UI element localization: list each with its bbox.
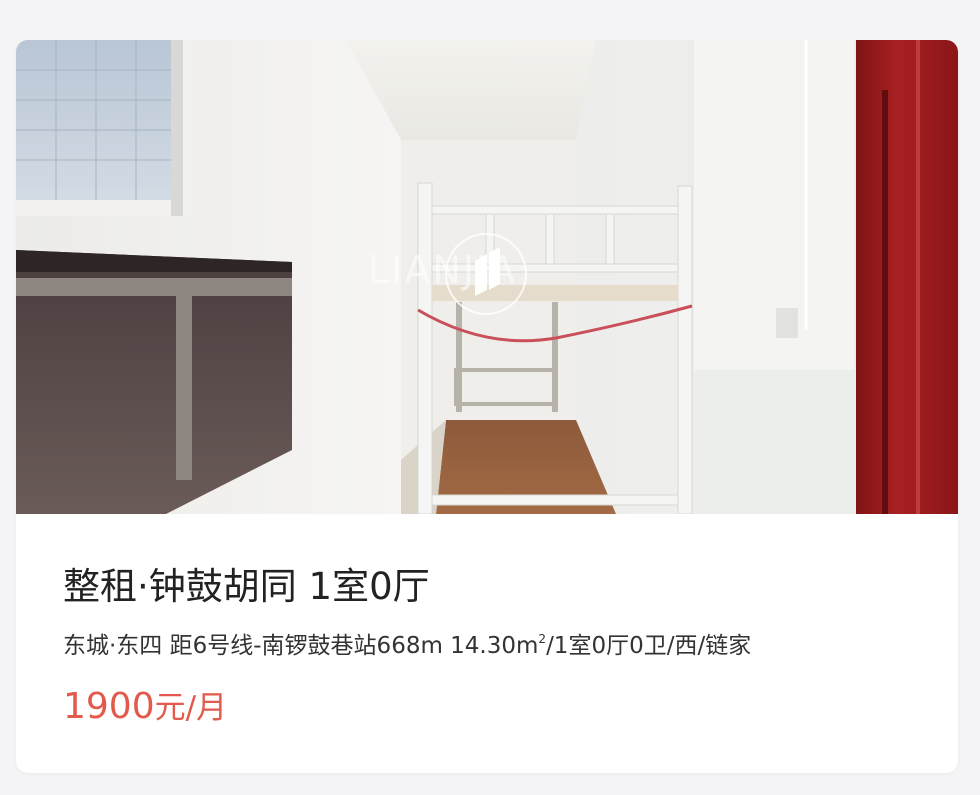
listing-meta: 东城·东四 距6号线-南锣鼓巷站668m 14.30m2/1室0厅0卫/西/链家 (63, 626, 751, 660)
listing-meta-main: 东城·东四 距6号线-南锣鼓巷站668m 14.30m (63, 633, 539, 659)
price-unit: 元/月 (154, 690, 228, 726)
listing-photo[interactable]: LIANJIA (16, 40, 958, 514)
area-unit-superscript: 2 (538, 632, 547, 646)
listing-card[interactable]: LIANJIA 整租·钟鼓胡同 1室0厅 东城·东四 距6号线-南锣鼓巷站668… (16, 40, 958, 773)
lianjia-logo-icon (445, 233, 527, 315)
listing-price: 1900元/月 (63, 682, 227, 727)
listing-title[interactable]: 整租·钟鼓胡同 1室0厅 (63, 556, 430, 610)
listing-info: 整租·钟鼓胡同 1室0厅 东城·东四 距6号线-南锣鼓巷站668m 14.30m… (16, 514, 958, 773)
listing-meta-detail: /1室0厅0卫/西/链家 (546, 633, 752, 659)
price-amount: 1900 (63, 686, 155, 727)
